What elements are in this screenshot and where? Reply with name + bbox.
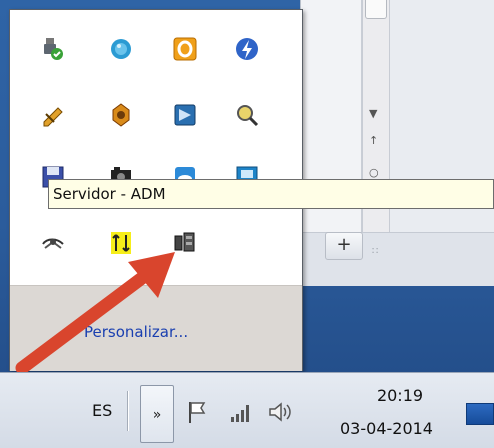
remote-desktop-icon[interactable] bbox=[172, 102, 198, 128]
taskbar-separator bbox=[127, 391, 128, 431]
network-signal-icon[interactable] bbox=[228, 399, 254, 425]
zoom-slider-knob-icon[interactable]: ○ bbox=[369, 166, 379, 179]
usb-safe-remove-icon[interactable] bbox=[40, 36, 66, 62]
show-hidden-icons-button[interactable]: » bbox=[140, 385, 174, 443]
zoom-in-button[interactable]: + bbox=[325, 232, 363, 260]
action-center-flag-icon[interactable] bbox=[184, 399, 210, 425]
resize-grip-icon[interactable]: ∷ bbox=[372, 246, 379, 257]
server-tooltip: Servidor - ADM bbox=[48, 179, 494, 209]
globe-circle-icon[interactable] bbox=[108, 36, 134, 62]
scroll-down-arrow-icon[interactable]: ▼ bbox=[369, 107, 377, 120]
language-indicator[interactable]: ES bbox=[92, 401, 112, 420]
office-o-icon[interactable] bbox=[172, 36, 198, 62]
taskbar: ES » 20:19 03-04-2014 bbox=[0, 372, 494, 448]
pencil-tool-icon[interactable] bbox=[40, 102, 66, 128]
annotation-arrow-icon bbox=[15, 252, 175, 375]
show-desktop-button[interactable] bbox=[466, 403, 494, 425]
lightning-icon[interactable] bbox=[234, 36, 260, 62]
gear-shield-icon[interactable] bbox=[108, 102, 134, 128]
clock-date[interactable]: 03-04-2014 bbox=[340, 419, 433, 438]
scroll-page-icon[interactable]: ↑ bbox=[369, 134, 378, 147]
clock-time[interactable]: 20:19 bbox=[370, 386, 430, 405]
magnifier-icon[interactable] bbox=[234, 102, 260, 128]
volume-speaker-icon[interactable] bbox=[266, 399, 292, 425]
scrollbar-thumb[interactable] bbox=[365, 0, 387, 19]
